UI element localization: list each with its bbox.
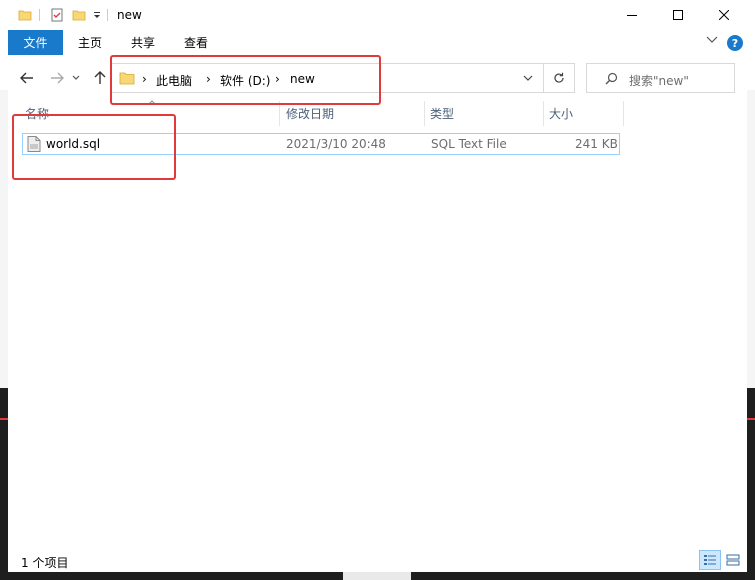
up-arrow-icon[interactable]	[88, 66, 112, 90]
large-icons-view-icon[interactable]	[722, 550, 744, 570]
recent-dropdown-icon[interactable]	[69, 66, 83, 90]
new-folder-icon[interactable]	[72, 0, 86, 30]
details-view-icon[interactable]	[699, 550, 721, 570]
annotation-box-file	[12, 114, 176, 180]
file-explorer-window: new 文件 主页 共享 查看 ? › 此电脑 › 软件 (D:) › new	[8, 0, 747, 580]
folder-icon[interactable]	[18, 0, 32, 30]
window-title: new	[117, 8, 142, 22]
background-terminal-right	[747, 388, 755, 580]
close-button[interactable]	[701, 0, 747, 30]
search-icon	[605, 72, 618, 85]
taskbar-item[interactable]	[343, 572, 411, 580]
annotation-box-address	[110, 55, 381, 105]
background-marker-left	[0, 418, 8, 420]
refresh-icon[interactable]	[544, 63, 575, 93]
tab-file[interactable]: 文件	[8, 30, 63, 55]
column-header-type[interactable]: 类型	[426, 101, 543, 126]
forward-arrow-icon[interactable]	[45, 66, 69, 90]
address-dropdown-icon[interactable]	[523, 75, 533, 81]
back-arrow-icon[interactable]	[15, 66, 39, 90]
background-marker-right	[747, 418, 755, 420]
properties-icon[interactable]	[50, 0, 64, 30]
expand-ribbon-icon[interactable]	[706, 36, 718, 44]
file-type: SQL Text File	[431, 137, 507, 151]
tab-view[interactable]: 查看	[174, 30, 218, 55]
file-size: 241 KB	[575, 137, 618, 151]
background-terminal-left	[0, 388, 8, 580]
search-box[interactable]: 搜索"new"	[586, 63, 735, 93]
search-placeholder: 搜索"new"	[629, 74, 689, 88]
tab-home[interactable]: 主页	[68, 30, 112, 55]
status-bar: 1 个项目	[8, 550, 747, 572]
item-count: 1 个项目	[21, 556, 69, 570]
maximize-button[interactable]	[655, 0, 701, 30]
title-separator	[107, 9, 108, 21]
ribbon-bar	[8, 30, 747, 55]
column-divider[interactable]	[543, 101, 544, 126]
help-button[interactable]: ?	[727, 35, 743, 51]
tab-share[interactable]: 共享	[121, 30, 165, 55]
file-modified: 2021/3/10 20:48	[286, 137, 386, 151]
quick-access-separator	[39, 9, 40, 21]
column-header-size[interactable]: 大小	[545, 101, 623, 126]
column-divider[interactable]	[623, 101, 624, 126]
column-divider[interactable]	[424, 101, 425, 126]
customize-toolbar-icon[interactable]	[92, 0, 102, 30]
minimize-button[interactable]	[609, 0, 655, 30]
